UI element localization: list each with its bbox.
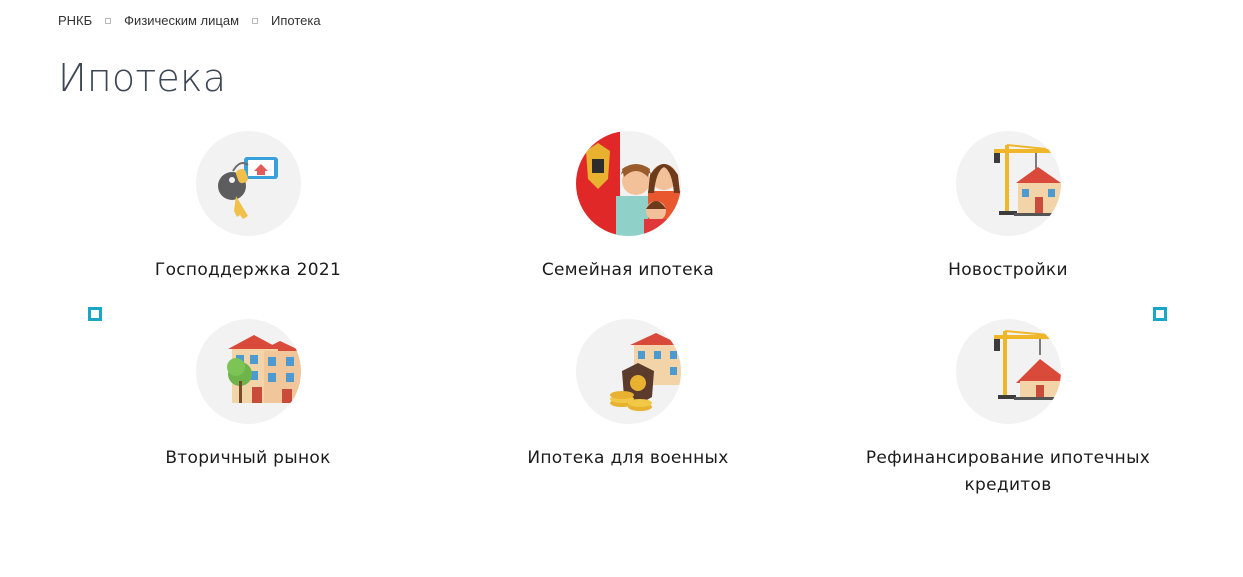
product-card-gov-support[interactable]: Господдержка 2021: [88, 131, 408, 284]
family-emblem-icon: [575, 131, 681, 236]
product-card-new-buildings[interactable]: Новостройки: [848, 131, 1168, 284]
crane-house-icon: [955, 319, 1061, 424]
military-house-coins-icon: [575, 319, 681, 424]
product-card-refinancing[interactable]: Рефинансирование ипотечных кредитов: [848, 319, 1168, 499]
product-card-label: Семейная ипотека: [541, 260, 715, 280]
breadcrumb-link-home[interactable]: РНКБ: [58, 13, 92, 28]
breadcrumb-current: Ипотека: [271, 13, 321, 28]
product-card-military-mortgage[interactable]: Ипотека для военных: [468, 319, 788, 472]
crane-building-icon: [955, 131, 1061, 236]
product-card-family-mortgage[interactable]: Семейная ипотека: [468, 131, 788, 284]
breadcrumb: РНКБ Физическим лицам Ипотека: [58, 13, 321, 28]
breadcrumb-separator-icon: [252, 17, 259, 24]
product-card-label: Вторичный рынок: [165, 448, 331, 468]
breadcrumb-separator-icon: [105, 17, 112, 24]
keys-house-icon: [195, 131, 301, 236]
product-card-label: Господдержка 2021: [154, 260, 342, 280]
page-title: Ипотека: [58, 56, 227, 100]
house-tree-icon: [195, 319, 301, 424]
breadcrumb-link-individuals[interactable]: Физическим лицам: [124, 13, 239, 28]
product-card-label: Ипотека для военных: [527, 448, 729, 468]
product-card-secondary-market[interactable]: Вторичный рынок: [88, 319, 408, 472]
product-card-label: Рефинансирование ипотечных кредитов: [865, 448, 1151, 495]
product-card-label: Новостройки: [948, 260, 1068, 280]
